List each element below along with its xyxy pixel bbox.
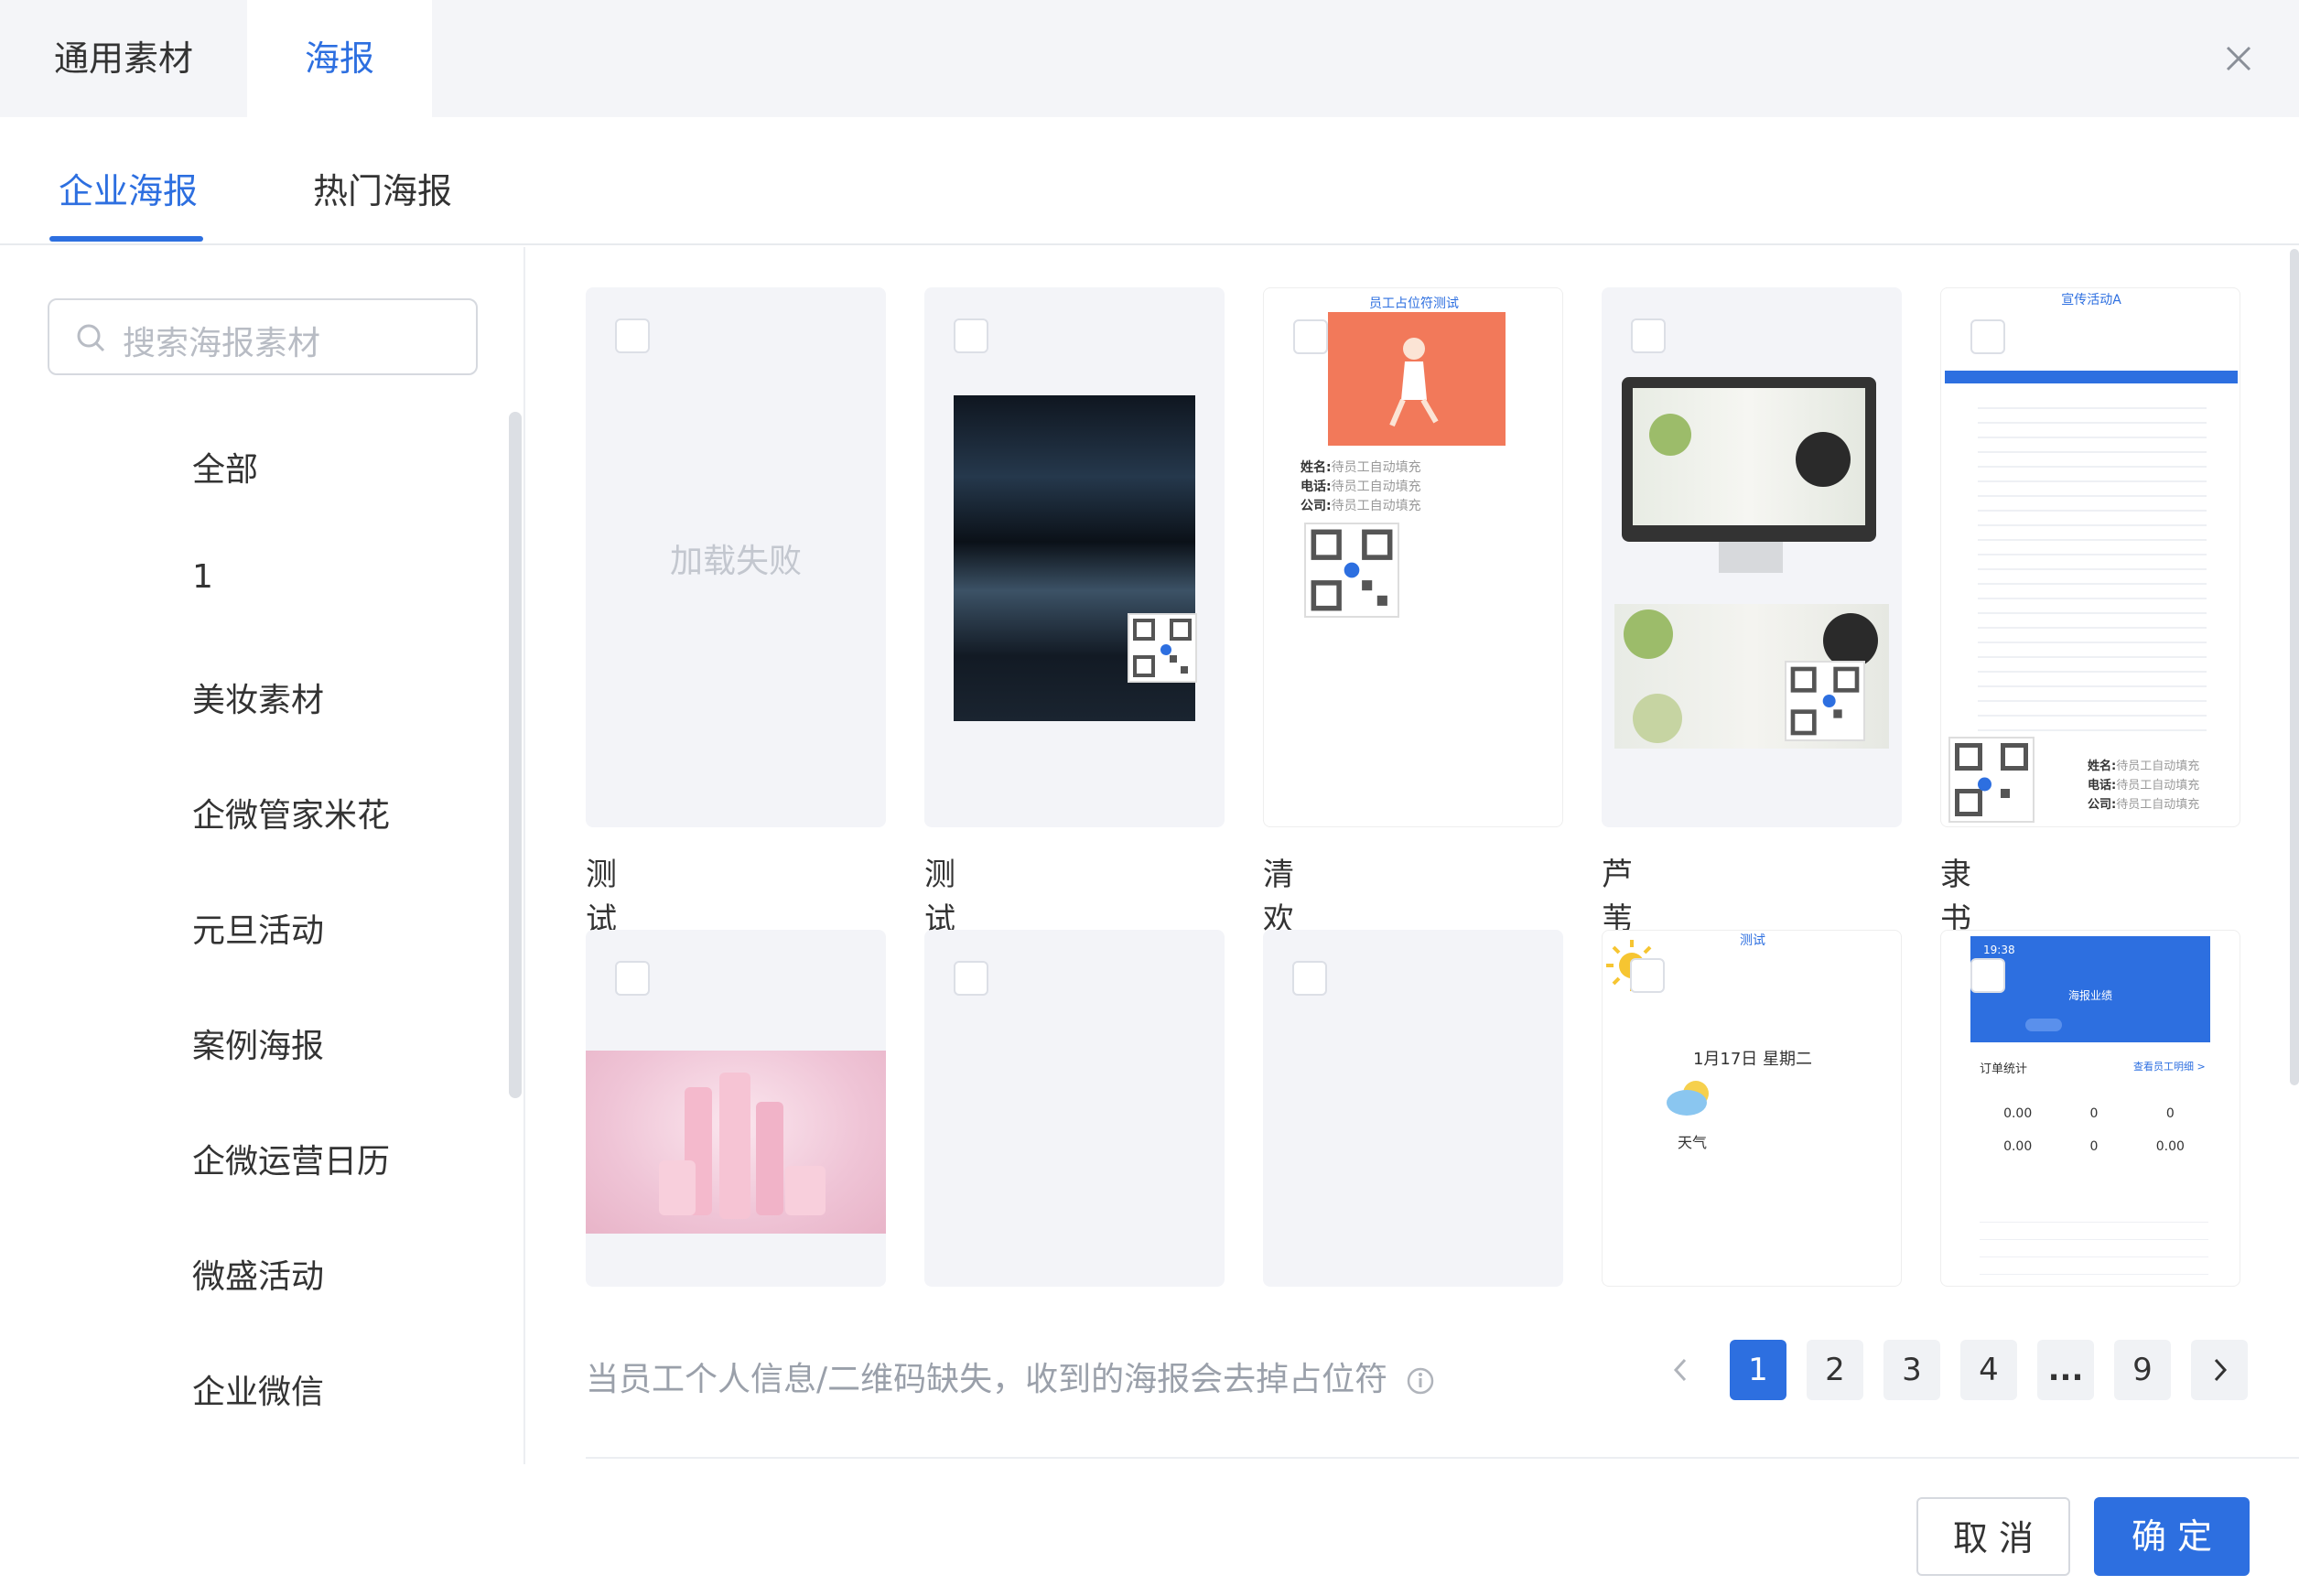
qr-code-icon <box>1948 737 2035 823</box>
placeholder-fields: 姓名:待员工自动填充 电话:待员工自动填充 公司:待员工自动填充 <box>1301 460 1421 513</box>
category-item[interactable]: 1 <box>192 558 213 596</box>
qr-code-icon <box>1304 523 1399 618</box>
category-item[interactable]: 企业微信 <box>192 1365 324 1413</box>
load-failed-text: 加载失败 <box>669 543 802 580</box>
chevron-left-icon <box>1673 1358 1687 1382</box>
qr-code-icon <box>1785 661 1865 741</box>
footer-divider <box>586 1457 2299 1459</box>
sidebar-scrollbar[interactable] <box>509 412 522 1098</box>
poster-checkbox[interactable] <box>615 318 650 353</box>
category-item[interactable]: 企微运营日历 <box>192 1135 390 1182</box>
stats-grid: 0.00 0 0 0.00 0 0.00 <box>2003 1106 2185 1154</box>
grid-scrollbar[interactable] <box>2290 249 2299 1085</box>
poster-checkbox[interactable] <box>1293 319 1328 354</box>
poster-card[interactable] <box>924 930 1225 1287</box>
poster-checkbox[interactable] <box>1292 961 1327 996</box>
poster-heading: 宣传活动A <box>2061 293 2121 307</box>
tab-poster[interactable]: 海报 <box>247 0 432 117</box>
poster-card[interactable] <box>586 930 886 1287</box>
sub-tab-bar: 企业海报 热门海报 <box>0 117 2299 245</box>
category-item[interactable]: 全部 <box>192 443 258 491</box>
monitor-stand <box>1719 542 1783 573</box>
staff-detail-link: 查看员工明细 > <box>2133 1061 2206 1073</box>
poster-card[interactable]: 加载失败 <box>586 287 886 827</box>
monitor-image <box>1622 377 1876 542</box>
page-button-2[interactable]: 2 <box>1807 1340 1863 1400</box>
tab-enterprise-poster[interactable]: 企业海报 <box>59 163 198 213</box>
cosmetics-image <box>586 1051 886 1234</box>
poster-checkbox[interactable] <box>1631 318 1666 353</box>
search-placeholder: 搜索海报素材 <box>123 325 321 362</box>
order-stat-label: 订单统计 <box>1980 1062 2028 1076</box>
chart-lines-image <box>1980 1205 2208 1278</box>
weather-text: 天气 <box>1678 1134 1708 1151</box>
category-item[interactable]: 案例海报 <box>192 1019 324 1067</box>
cloud-icon <box>1667 1081 1709 1116</box>
qr-code-icon <box>1128 613 1197 683</box>
screenshot-table <box>1978 394 2207 742</box>
poster-card[interactable] <box>1263 930 1563 1287</box>
placeholder-notice: 当员工个人信息/二维码缺失，收到的海报会去掉占位符 <box>586 1353 1435 1400</box>
close-icon[interactable] <box>2222 42 2255 75</box>
confirm-button[interactable]: 确 定 <box>2094 1497 2250 1576</box>
info-icon[interactable] <box>1406 1366 1435 1396</box>
category-item[interactable]: 企微管家米花 <box>192 789 390 836</box>
active-tab-indicator <box>49 236 203 242</box>
poster-card[interactable]: 19:38 海报业绩 订单统计 查看员工明细 > 0.00 0 0 0.00 0 0.0… <box>1940 930 2240 1287</box>
poster-card[interactable]: 测试 1月17日 星期二 天气 <box>1602 930 1902 1287</box>
poster-heading: 员工占位符测试 <box>1369 297 1459 311</box>
app-header-image: 19:38 海报业绩 <box>1970 936 2210 1042</box>
category-sidebar: 搜索海报素材 全部 1 美妆素材 企微管家米花 元旦活动 案例海报 企微运营日历… <box>0 247 525 1464</box>
next-page-button[interactable] <box>2191 1340 2248 1400</box>
page-button-1[interactable]: 1 <box>1730 1340 1786 1400</box>
poster-card[interactable]: 宣传活动A 姓名:待员工自动填充 电话:待员工自动填充 公司:待员工自动填充 <box>1940 287 2240 827</box>
poster-checkbox[interactable] <box>954 318 988 353</box>
page-ellipsis[interactable]: ... <box>2037 1340 2094 1400</box>
poster-image <box>1328 312 1506 446</box>
poster-name: 测试 <box>586 857 617 938</box>
poster-card[interactable] <box>1602 287 1902 827</box>
page-button-4[interactable]: 4 <box>1960 1340 2017 1400</box>
page-button-3[interactable]: 3 <box>1883 1340 1940 1400</box>
poster-name: 测试 <box>924 857 955 938</box>
top-tab-bar: 通用素材 海报 <box>0 0 2299 117</box>
date-text: 1月17日 星期二 <box>1692 1050 1813 1069</box>
category-item[interactable]: 美妆素材 <box>192 674 324 721</box>
search-input[interactable]: 搜索海报素材 <box>48 298 478 375</box>
prev-page-button[interactable] <box>1653 1340 1710 1400</box>
cancel-button[interactable]: 取 消 <box>1916 1497 2070 1576</box>
page-button-9[interactable]: 9 <box>2114 1340 2171 1400</box>
search-icon <box>77 324 105 352</box>
poster-checkbox[interactable] <box>1970 319 2005 354</box>
poster-card[interactable] <box>924 287 1225 827</box>
placeholder-fields: 姓名:待员工自动填充 电话:待员工自动填充 公司:待员工自动填充 <box>2088 760 2200 812</box>
tab-general-material[interactable]: 通用素材 <box>0 0 247 117</box>
chevron-right-icon <box>2214 1358 2228 1382</box>
poster-checkbox[interactable] <box>615 961 650 996</box>
poster-heading: 测试 <box>1740 933 1765 948</box>
category-item[interactable]: 微盛活动 <box>192 1250 324 1298</box>
poster-card[interactable]: 员工占位符测试 姓名:待员工自动填充 电话:待员工自动填充 公司:待员工自动填充 <box>1263 287 1563 827</box>
poster-checkbox[interactable] <box>1970 958 2005 993</box>
poster-checkbox[interactable] <box>954 961 988 996</box>
tab-hot-poster[interactable]: 热门海报 <box>313 163 452 213</box>
category-item[interactable]: 元旦活动 <box>192 904 324 952</box>
poster-checkbox[interactable] <box>1630 958 1665 993</box>
screenshot-header <box>1945 371 2238 383</box>
